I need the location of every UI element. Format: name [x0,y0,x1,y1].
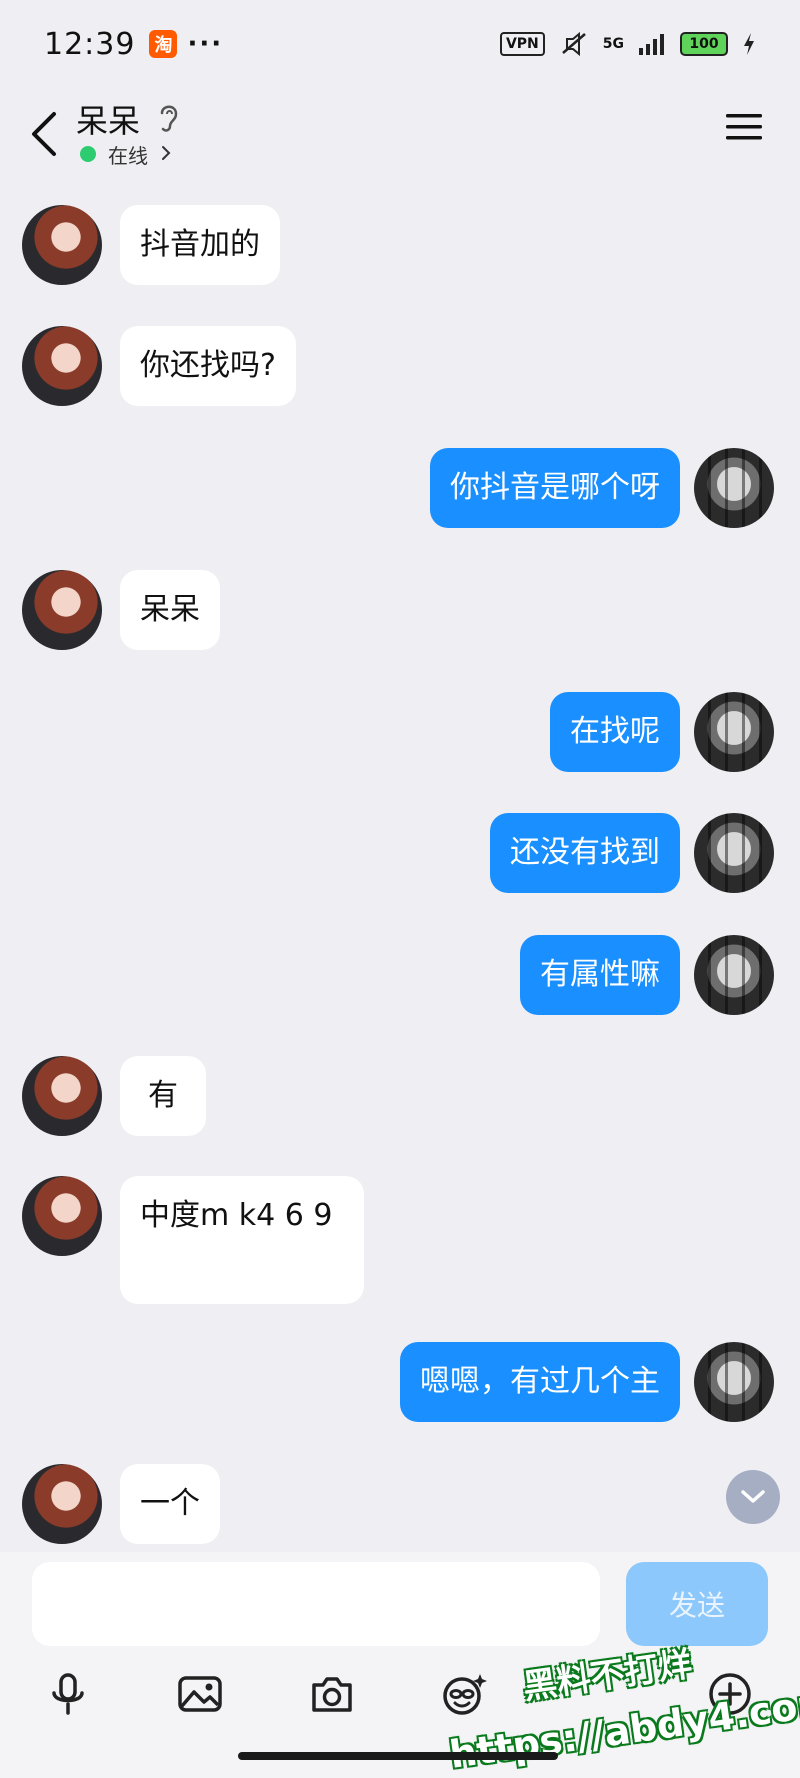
watermark: 黑料不打烊 https://abdy4.com [447,1644,800,1777]
signal-icon [639,34,664,55]
contact-avatar[interactable] [22,326,102,406]
taobao-app-icon: 淘 [149,30,178,58]
user-avatar[interactable] [694,935,774,1015]
message-item: 一个 [0,1464,800,1544]
message-item: 抖音加的 [0,205,800,285]
message-item: 在找呢 [0,692,800,772]
status-bar: 12:39 淘 ··· VPN 5G 100 [0,0,800,88]
image-icon[interactable] [176,1670,224,1718]
message-bubble[interactable]: 中度m k4 6 9 [120,1176,364,1304]
microphone-icon[interactable] [44,1670,92,1718]
menu-icon[interactable] [724,110,764,144]
contact-avatar[interactable] [22,570,102,650]
status-right-icons: VPN 5G 100 [499,31,756,57]
chevron-down-icon [741,1490,765,1503]
user-avatar[interactable] [694,448,774,528]
back-icon[interactable] [26,106,62,162]
status-time: 12:39 [44,26,136,62]
message-item: 还没有找到 [0,813,800,893]
user-avatar[interactable] [694,813,774,893]
contact-avatar[interactable] [22,1176,102,1256]
battery-indicator: 100 [680,32,728,56]
contact-avatar[interactable] [22,1464,102,1544]
camera-icon[interactable] [308,1670,356,1718]
message-item: 呆呆 [0,570,800,650]
message-bubble[interactable]: 在找呢 [550,692,680,772]
home-indicator[interactable] [238,1752,558,1760]
contact-name[interactable]: 呆呆 [76,96,140,142]
message-bubble[interactable]: 你抖音是哪个呀 [430,448,680,528]
message-item: 有属性嘛 [0,935,800,1015]
chat-header: 呆呆 在线 [0,88,800,188]
message-item: 中度m k4 6 9 [0,1176,800,1304]
message-bubble[interactable]: 还没有找到 [490,813,680,893]
message-bubble[interactable]: 嗯嗯，有过几个主 [400,1342,680,1422]
message-bubble[interactable]: 抖音加的 [120,205,280,285]
send-button[interactable]: 发送 [626,1562,768,1646]
message-bubble[interactable]: 你还找吗? [120,326,296,406]
message-bubble[interactable]: 有 [120,1056,206,1136]
watermark-title: 黑料不打烊 [520,1644,695,1708]
message-bubble[interactable]: 一个 [120,1464,220,1544]
online-status[interactable]: 在线 [108,140,148,169]
message-item: 有 [0,1056,800,1136]
network-type: 5G [602,36,624,52]
message-input[interactable] [32,1562,600,1646]
contact-avatar[interactable] [22,205,102,285]
online-indicator-icon [80,146,96,162]
message-bubble[interactable]: 呆呆 [120,570,220,650]
contact-avatar[interactable] [22,1056,102,1136]
vpn-icon: VPN [499,32,545,56]
chevron-right-icon[interactable] [160,144,172,162]
user-avatar[interactable] [694,692,774,772]
ear-icon [160,105,178,132]
user-avatar[interactable] [694,1342,774,1422]
charging-icon [744,33,754,55]
more-notifications-icon: ··· [187,29,224,59]
message-item: 嗯嗯，有过几个主 [0,1342,800,1422]
message-bubble[interactable]: 有属性嘛 [520,935,680,1015]
message-item: 你还找吗? [0,326,800,406]
message-item: 你抖音是哪个呀 [0,448,800,528]
scroll-to-bottom-button[interactable] [726,1470,780,1524]
mute-vibrate-icon [561,31,586,57]
